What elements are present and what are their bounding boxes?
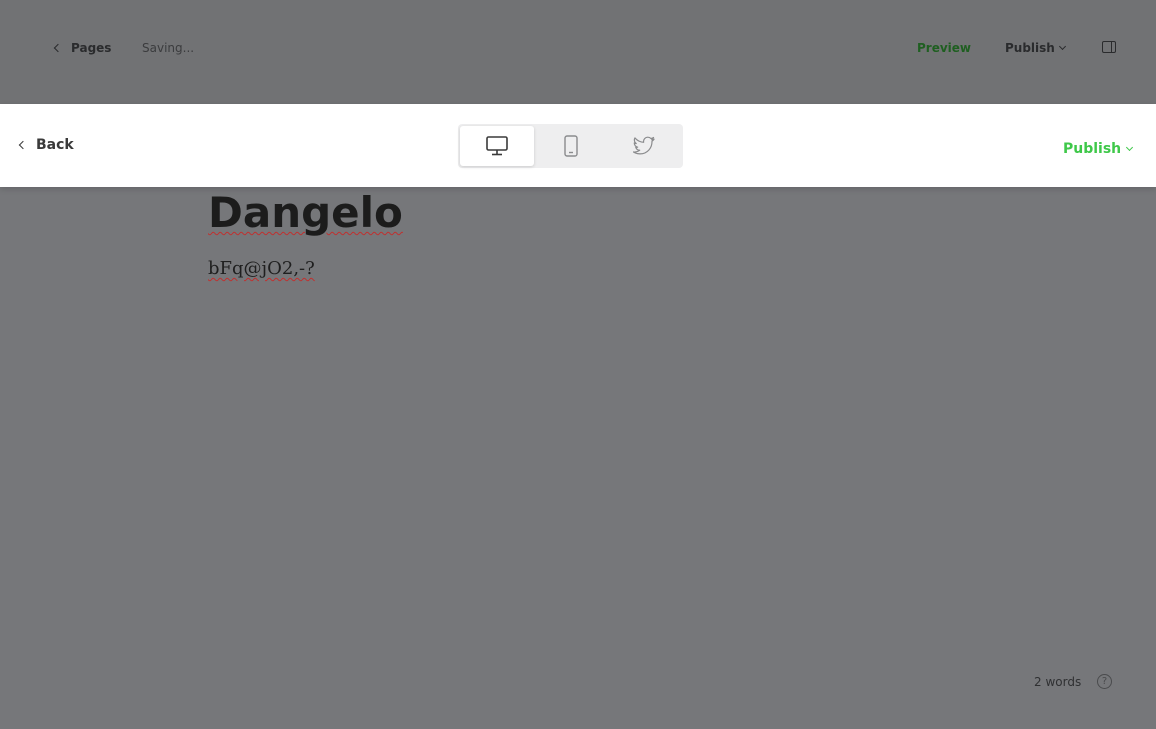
mobile-icon [563,135,578,157]
pages-back-link[interactable]: Pages [53,38,112,58]
preview-button[interactable]: Preview [917,41,971,55]
chevron-down-icon [1058,42,1066,51]
preview-header: Back Publish [0,104,1156,187]
mobile-preview-button[interactable] [534,126,608,166]
post-body[interactable]: bFq@jO2,-? [208,258,315,279]
pages-back-label: Pages [71,41,112,55]
chevron-down-icon [1126,143,1134,152]
back-button[interactable]: Back [18,137,74,153]
chevron-left-icon [53,43,63,53]
sidebar-toggle-icon[interactable] [1102,41,1116,53]
post-title[interactable]: Dangelo [208,187,403,239]
desktop-preview-button[interactable] [460,126,534,166]
save-status: Saving... [142,41,195,55]
twitter-preview-button[interactable] [607,126,681,166]
chevron-left-icon [18,140,28,150]
topbar-publish-label: Publish [1005,41,1055,55]
topbar-publish-button[interactable]: Publish [1005,41,1066,55]
help-icon[interactable]: ? [1097,674,1112,689]
twitter-icon [633,136,655,155]
word-count: 2 words [1034,675,1082,689]
device-switcher [458,124,683,168]
post-canvas: Dangelo bFq@jO2,-? 2 words ? [0,187,1156,729]
back-label: Back [36,137,74,153]
publish-label: Publish [1063,141,1122,157]
publish-button[interactable]: Publish [1063,141,1134,157]
editor-topbar: Pages Saving... Preview Publish [0,0,1156,104]
desktop-icon [486,136,508,156]
